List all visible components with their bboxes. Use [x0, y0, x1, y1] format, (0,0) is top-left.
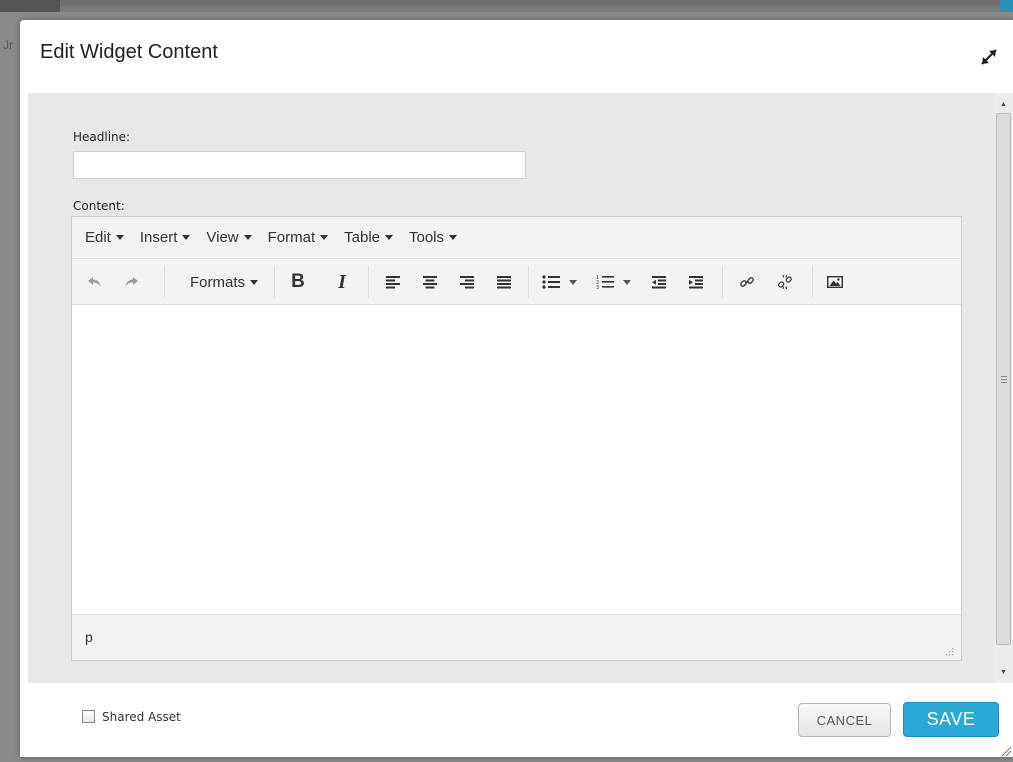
numbered-list-icon[interactable]: 123 [590, 268, 636, 296]
link-icon[interactable] [732, 268, 762, 296]
backdrop-bar-mid [60, 0, 1000, 6]
caret-down-icon [449, 235, 458, 240]
backdrop-bar-left [0, 0, 60, 12]
editor-content-area[interactable] [72, 306, 961, 613]
editor-resize-icon[interactable] [944, 645, 954, 656]
dialog-resize-icon[interactable] [1000, 744, 1012, 757]
caret-down-icon [243, 235, 252, 240]
toolbar-separator [164, 266, 165, 298]
menu-format[interactable]: Format [268, 229, 329, 246]
shared-asset-label: Shared Asset [102, 710, 181, 724]
backdrop-top-bar [0, 0, 1013, 12]
dialog-scrollbar[interactable]: ▲ ▼ [994, 93, 1013, 683]
formats-dropdown[interactable]: Formats [180, 268, 268, 296]
menu-insert[interactable]: Insert [140, 229, 191, 246]
headline-input[interactable] [73, 151, 526, 179]
editor-statusbar: p [72, 614, 961, 660]
menu-table-label: Table [344, 229, 380, 246]
backdrop-text-fragment: Jr [3, 38, 13, 52]
caret-down-icon [622, 279, 631, 285]
editor-menubar: Edit Insert View Format Table Tools [72, 217, 961, 259]
menu-view-label: View [206, 229, 239, 246]
menu-tools[interactable]: Tools [409, 229, 458, 246]
caret-down-icon [250, 279, 258, 285]
bullet-list-icon[interactable] [536, 268, 582, 296]
expand-icon[interactable] [978, 46, 1000, 68]
caret-down-icon [182, 235, 191, 240]
dialog-title: Edit Widget Content [40, 41, 218, 63]
svg-text:3: 3 [596, 285, 599, 290]
italic-button[interactable]: I [328, 268, 356, 296]
align-justify-icon[interactable] [489, 268, 519, 296]
edit-widget-dialog: Edit Widget Content Headline: Content: E… [20, 20, 1013, 757]
scroll-thumb[interactable] [996, 113, 1011, 645]
menu-insert-label: Insert [139, 229, 178, 246]
content-label: Content: [73, 199, 125, 213]
scroll-down-arrow-icon[interactable]: ▼ [994, 663, 1013, 681]
headline-label: Headline: [73, 130, 131, 144]
save-button[interactable]: SAVE [903, 702, 999, 737]
caret-down-icon [568, 279, 577, 285]
formats-label: Formats [189, 273, 245, 291]
toolbar-separator [274, 266, 275, 298]
unlink-icon[interactable] [770, 268, 800, 296]
undo-icon[interactable] [80, 268, 110, 296]
indent-icon[interactable] [681, 268, 711, 296]
toolbar-separator [528, 266, 529, 298]
dialog-body-panel: Headline: Content: Edit Insert View Form… [28, 93, 1013, 683]
align-left-icon[interactable] [378, 268, 408, 296]
redo-icon[interactable] [116, 268, 146, 296]
menu-edit[interactable]: Edit [85, 229, 124, 246]
align-center-icon[interactable] [415, 268, 445, 296]
bold-button[interactable]: B [284, 268, 312, 296]
toolbar-separator [368, 266, 369, 298]
backdrop-bar-right [1000, 0, 1013, 12]
scroll-grip-icon [1001, 376, 1007, 383]
caret-down-icon [385, 235, 393, 240]
rich-text-editor: Edit Insert View Format Table Tools Form… [71, 216, 962, 661]
outdent-icon[interactable] [644, 268, 674, 296]
shared-asset-checkbox[interactable] [82, 710, 95, 723]
align-right-icon[interactable] [452, 268, 482, 296]
menu-view[interactable]: View [206, 229, 252, 246]
editor-toolbar: Formats B I 1 2 3 [72, 260, 961, 305]
image-icon[interactable] [820, 268, 850, 296]
menu-format-label: Format [267, 229, 316, 246]
cancel-button[interactable]: CANCEL [798, 703, 891, 737]
menu-edit-label: Edit [85, 229, 111, 246]
menu-tools-label: Tools [409, 229, 445, 246]
toolbar-separator [722, 266, 723, 298]
caret-down-icon [320, 235, 329, 240]
scroll-up-arrow-icon[interactable]: ▲ [994, 95, 1013, 113]
caret-down-icon [115, 235, 124, 240]
element-path[interactable]: p [85, 629, 93, 645]
menu-table[interactable]: Table [344, 229, 393, 246]
toolbar-separator [812, 266, 813, 298]
